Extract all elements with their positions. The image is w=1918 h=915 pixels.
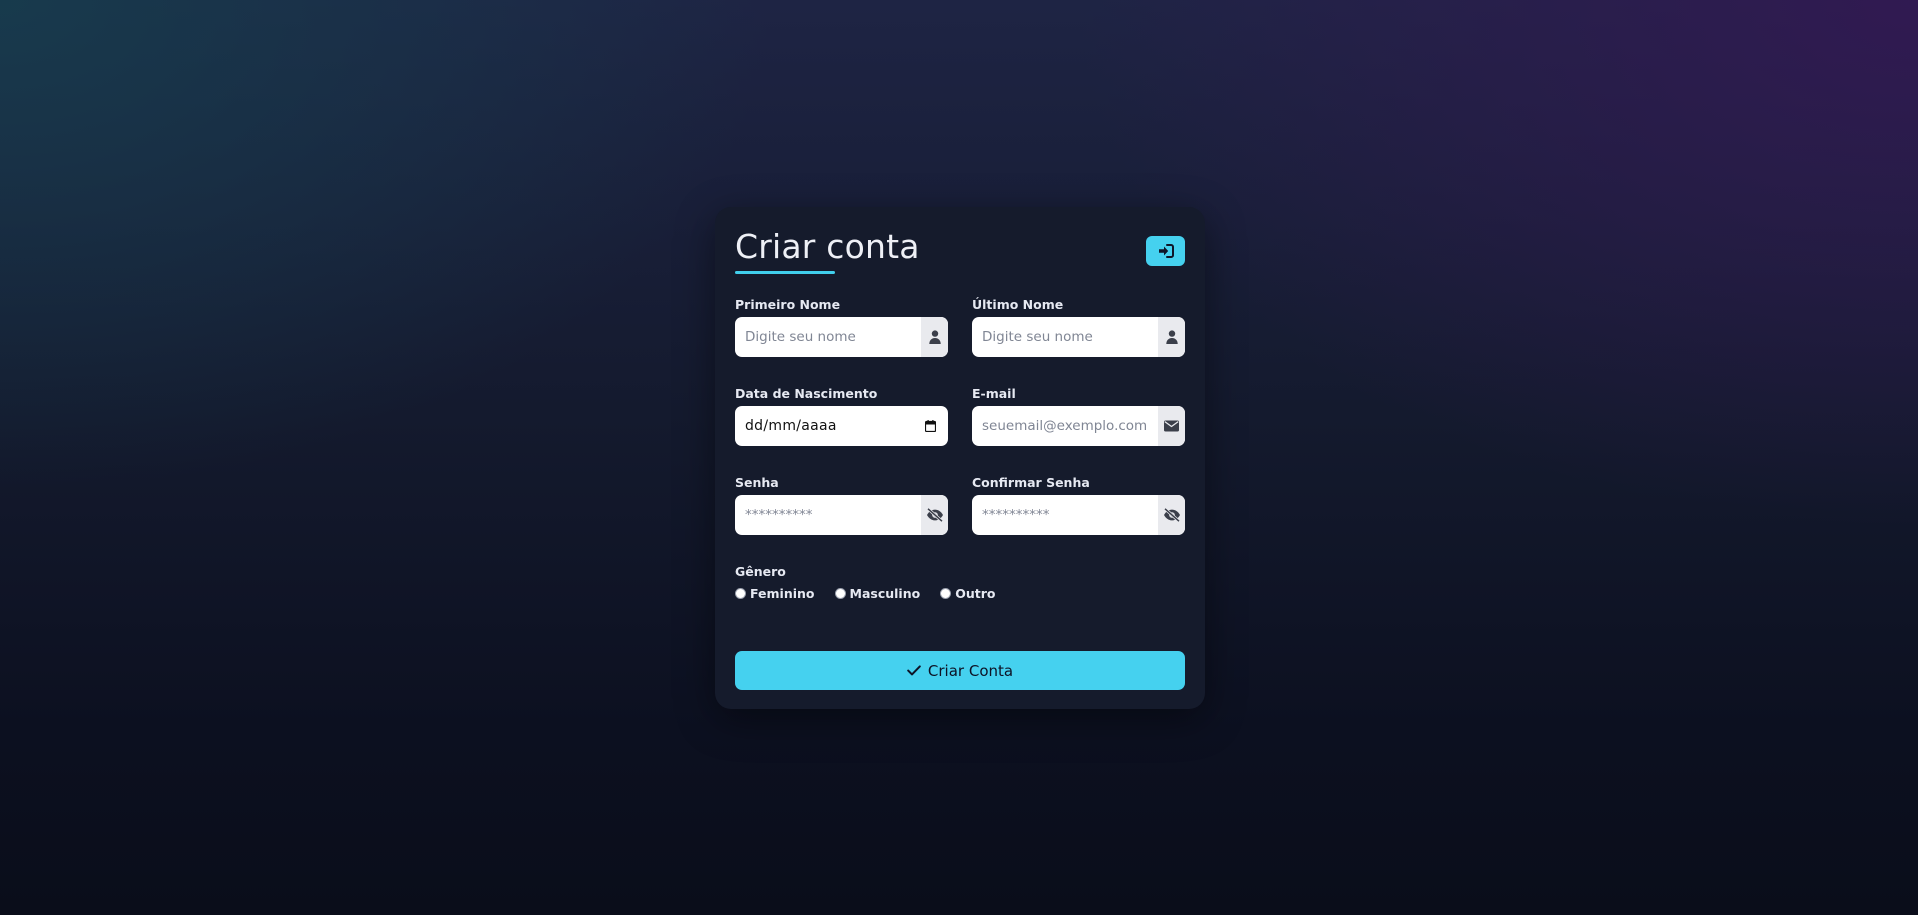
gender-group: Gênero Feminino Masculino Outro — [735, 564, 1185, 601]
radio-button[interactable] — [735, 587, 746, 599]
last-name-addon — [1158, 317, 1185, 357]
first-name-label: Primeiro Nome — [735, 297, 841, 312]
check-icon — [907, 665, 921, 676]
last-name-field: Último Nome — [972, 283, 1185, 372]
first-name-addon — [921, 317, 948, 357]
calendar-icon[interactable] — [925, 420, 936, 432]
eye-slash-icon — [1163, 508, 1180, 522]
signup-card: Criar conta Primeiro Nome Digite seu nom… — [715, 207, 1205, 709]
eye-slash-icon — [926, 508, 943, 522]
birth-date-label: Data de Nascimento — [735, 386, 878, 401]
first-name-field: Primeiro Nome — [735, 283, 948, 372]
last-name-input[interactable] — [972, 317, 1158, 357]
gender-option-outro[interactable]: Outro — [940, 586, 995, 601]
gender-label: Gênero — [735, 564, 786, 579]
email-addon — [1158, 406, 1185, 446]
last-name-label: Último Nome — [972, 297, 1064, 312]
user-icon — [928, 330, 941, 344]
confirm-password-field: Confirmar Senha — [972, 461, 1185, 550]
gender-option-label: Feminino — [750, 585, 815, 601]
email-label: E-mail — [972, 386, 1016, 401]
confirm-password-label: Confirmar Senha — [972, 475, 1090, 490]
birth-date-value: dd/mm/aaaa — [745, 418, 837, 434]
password-field: Senha — [735, 461, 948, 550]
page-title: Criar conta — [735, 227, 920, 266]
create-account-button[interactable]: Criar Conta — [735, 651, 1185, 690]
confirm-password-toggle[interactable] — [1158, 495, 1185, 535]
password-label: Senha — [735, 475, 779, 490]
first-name-input[interactable] — [735, 317, 921, 357]
card-header: Criar conta — [735, 207, 1185, 283]
birth-date-field: Data de Nascimento dd/mm/aaaa — [735, 372, 948, 461]
radio-button[interactable] — [834, 587, 846, 599]
sign-in-icon — [1158, 244, 1174, 258]
birth-date-input[interactable]: dd/mm/aaaa — [735, 406, 948, 446]
login-button[interactable] — [1146, 236, 1185, 266]
radio-button[interactable] — [940, 587, 952, 599]
password-input[interactable] — [735, 495, 921, 535]
title-underline — [735, 271, 835, 274]
email-input[interactable] — [972, 406, 1158, 446]
confirm-password-input[interactable] — [972, 495, 1158, 535]
gender-option-label: Outro — [955, 585, 996, 601]
gender-option-feminino[interactable]: Feminino — [735, 586, 815, 601]
gender-option-label: Masculino — [849, 585, 921, 601]
user-icon — [1165, 330, 1178, 344]
gender-options: Feminino Masculino Outro — [735, 585, 1185, 601]
email-field: E-mail — [972, 372, 1185, 461]
form-grid: Primeiro Nome Último Nome — [735, 283, 1185, 550]
gender-option-masculino[interactable]: Masculino — [834, 585, 921, 601]
create-account-label: Criar Conta — [927, 661, 1014, 680]
envelope-icon — [1164, 420, 1179, 432]
password-toggle[interactable] — [921, 495, 948, 535]
